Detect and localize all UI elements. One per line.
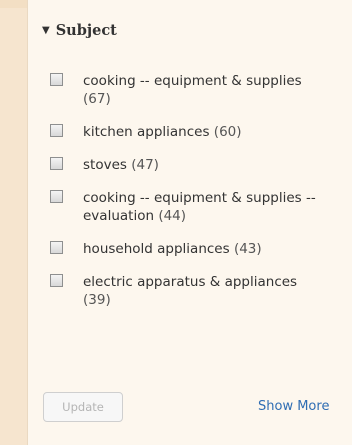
facet-option-cooking-equipment-supplies-evaluation[interactable]: cooking -- equipment & supplies -- evalu… [50, 189, 345, 225]
facet-option-cooking-equipment-supplies[interactable]: cooking -- equipment & supplies (67) [50, 72, 345, 108]
subject-facet-header[interactable]: ▼ Subject [42, 22, 117, 39]
checkbox[interactable] [50, 241, 63, 254]
facet-option-label: stoves (47) [83, 157, 159, 173]
facet-options: cooking -- equipment & supplies (67) kit… [50, 72, 345, 324]
facet-option-stoves[interactable]: stoves (47) [50, 156, 345, 174]
checkbox[interactable] [50, 274, 63, 287]
facet-option-electric-apparatus-appliances[interactable]: electric apparatus & appliances (39) [50, 273, 345, 309]
checkbox[interactable] [50, 124, 63, 137]
facet-option-kitchen-appliances[interactable]: kitchen appliances (60) [50, 123, 345, 141]
facet-option-label: cooking -- equipment & supplies -- evalu… [83, 190, 316, 224]
facet-option-household-appliances[interactable]: household appliances (43) [50, 240, 345, 258]
facet-option-label: electric apparatus & appliances (39) [83, 274, 298, 308]
checkbox[interactable] [50, 157, 63, 170]
show-more-link[interactable]: Show More [258, 399, 329, 414]
triangle-down-icon[interactable]: ▼ [42, 25, 50, 36]
facet-option-label: household appliances (43) [83, 241, 262, 257]
checkbox[interactable] [50, 73, 63, 86]
facet-title: Subject [55, 22, 117, 39]
facet-option-label: cooking -- equipment & supplies (67) [83, 73, 302, 107]
checkbox[interactable] [50, 190, 63, 203]
update-button[interactable]: Update [43, 392, 123, 422]
facet-option-label: kitchen appliances (60) [83, 124, 242, 140]
